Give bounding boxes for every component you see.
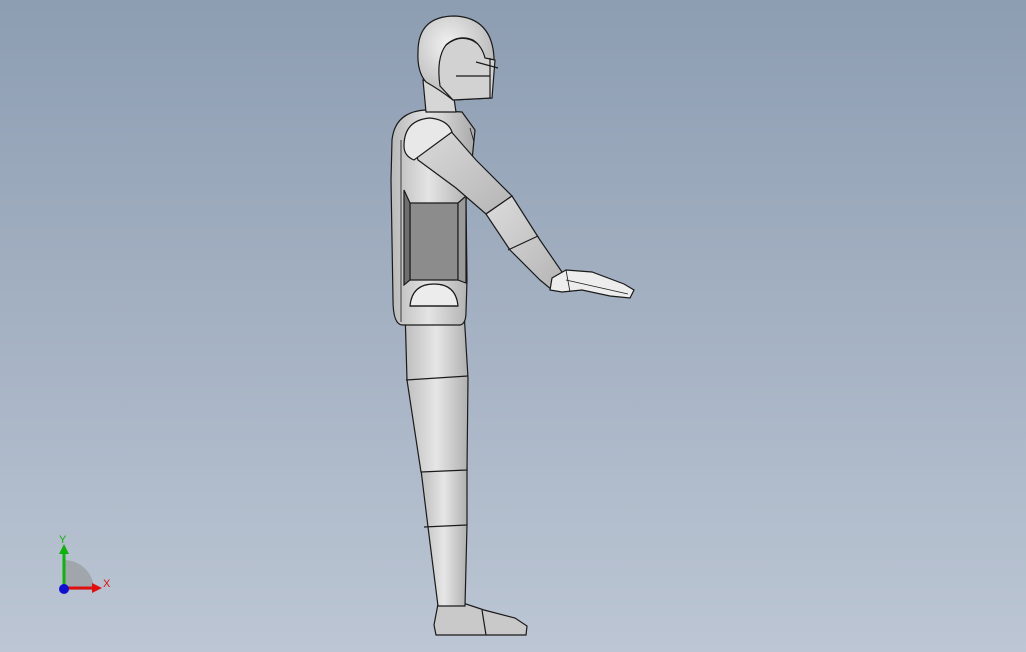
coordinate-triad: Y X — [59, 534, 111, 594]
x-axis-label: X — [103, 578, 111, 590]
y-axis-label: Y — [59, 534, 67, 546]
graphics-viewport[interactable]: Y X — [0, 0, 1026, 652]
